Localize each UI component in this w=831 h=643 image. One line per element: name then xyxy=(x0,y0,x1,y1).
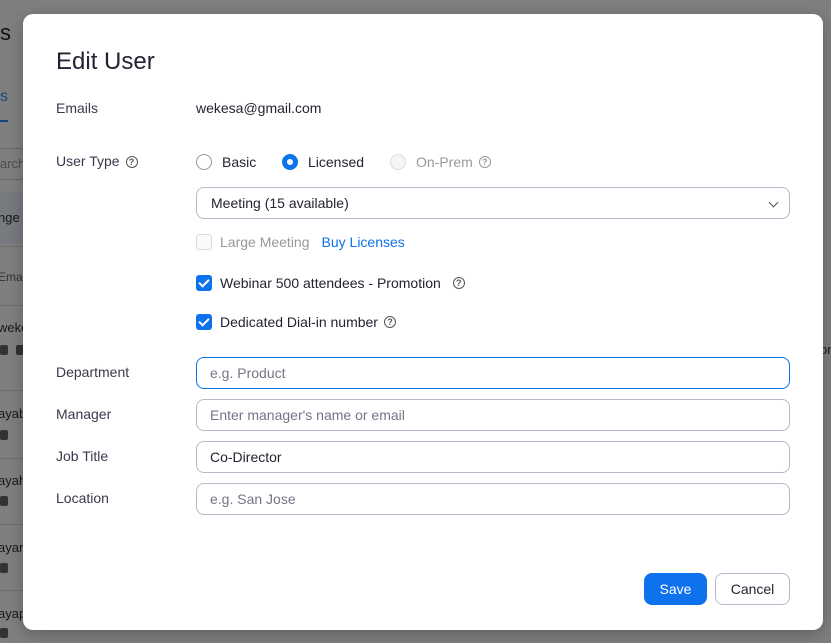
radio-label: On-Prem xyxy=(416,154,473,170)
dialog-title: Edit User xyxy=(56,48,155,75)
checkbox-box-checked[interactable] xyxy=(196,314,212,330)
user-type-on-prem-radio[interactable]: On-Prem ? xyxy=(390,154,491,170)
manager-label: Manager xyxy=(56,406,112,422)
location-input[interactable] xyxy=(196,483,790,515)
user-type-licensed-radio[interactable]: Licensed xyxy=(282,154,364,170)
help-icon[interactable]: ? xyxy=(125,156,138,169)
large-meeting-label: Large Meeting xyxy=(220,234,310,250)
large-meeting-checkbox[interactable]: Large Meeting Buy Licenses xyxy=(196,234,405,250)
manager-input[interactable] xyxy=(196,399,790,431)
help-icon[interactable]: ? xyxy=(452,277,465,289)
user-type-basic-radio[interactable]: Basic xyxy=(196,154,256,170)
radio-circle-selected[interactable] xyxy=(282,154,298,170)
email-value: wekesa@gmail.com xyxy=(196,100,322,116)
job-title-label: Job Title xyxy=(56,448,109,464)
user-type-label-wrap: User Type? xyxy=(56,153,138,169)
checkbox-box[interactable] xyxy=(196,234,212,250)
checkbox-box-checked[interactable] xyxy=(196,275,212,291)
webinar-checkbox[interactable]: Webinar 500 attendees - Promotion ? xyxy=(196,275,465,291)
user-type-label: User Type xyxy=(56,153,120,169)
meeting-license-select[interactable]: Meeting (15 available) xyxy=(196,187,790,219)
radio-circle-disabled[interactable] xyxy=(390,154,406,170)
dial-in-checkbox[interactable]: Dedicated Dial-in number ? xyxy=(196,314,396,330)
edit-user-dialog: Edit User Emails wekesa@gmail.com User T… xyxy=(23,14,823,630)
cancel-button[interactable]: Cancel xyxy=(715,573,790,605)
webinar-label: Webinar 500 attendees - Promotion xyxy=(220,275,441,291)
help-icon[interactable]: ? xyxy=(478,156,491,168)
buy-licenses-link[interactable]: Buy Licenses xyxy=(322,234,405,250)
department-label: Department xyxy=(56,364,130,380)
location-label: Location xyxy=(56,490,109,506)
help-icon[interactable]: ? xyxy=(383,316,396,328)
radio-circle[interactable] xyxy=(196,154,212,170)
chevron-down-icon xyxy=(768,197,779,208)
department-input[interactable] xyxy=(196,357,790,389)
select-value: Meeting (15 available) xyxy=(211,195,349,211)
save-button[interactable]: Save xyxy=(644,573,707,605)
radio-label: Licensed xyxy=(308,154,365,170)
emails-label: Emails xyxy=(56,100,99,116)
job-title-input[interactable] xyxy=(196,441,790,473)
radio-label: Basic xyxy=(222,154,257,170)
dial-in-label: Dedicated Dial-in number xyxy=(220,314,378,330)
